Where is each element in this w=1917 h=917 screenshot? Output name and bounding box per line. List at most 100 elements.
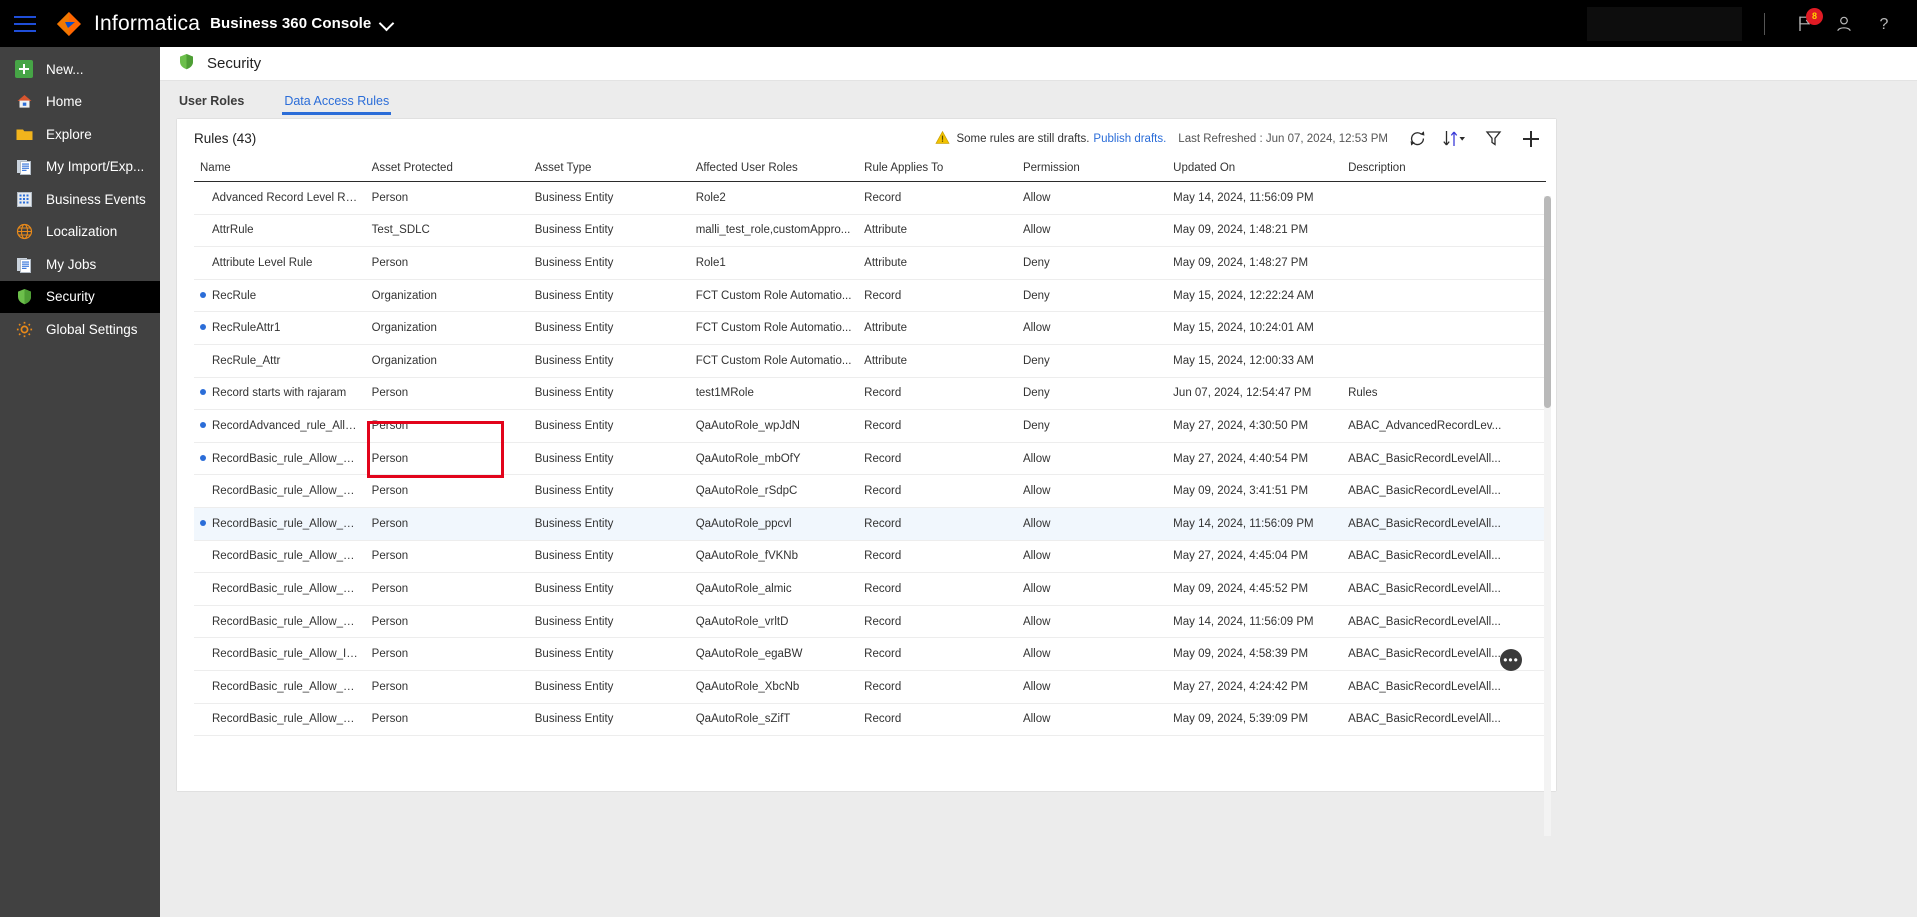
rule-name-link[interactable]: RecRule_Attr — [212, 355, 280, 367]
hamburger-icon[interactable] — [14, 15, 36, 32]
sidebar-item-security[interactable]: Security — [0, 280, 160, 313]
sidebar-item-home[interactable]: Home — [0, 86, 160, 119]
table-header-row: Name Asset Protected Asset Type Affected… — [194, 158, 1546, 182]
table-scrollbar[interactable] — [1544, 196, 1551, 836]
page-title: Security — [207, 55, 262, 72]
rule-name-link[interactable]: RecordBasic_rule_Allow_K... — [212, 713, 360, 725]
rule-name-link[interactable]: RecordBasic_rule_Allow_D... — [212, 550, 361, 562]
cell-name[interactable]: RecordBasic_rule_Allow_Jlim — [194, 670, 366, 704]
table-row[interactable]: RecordBasic_rule_Allow_D... Person Busines… — [194, 540, 1546, 574]
cell-name[interactable]: RecordBasic_rule_Allow_A... — [194, 474, 366, 508]
rule-name-link[interactable]: RecordBasic_rule_Allow_D... — [212, 583, 361, 595]
cell-updated-on: May 14, 2024, 11:56:09 PM — [1167, 605, 1343, 639]
rule-name-link[interactable]: RecordBasic_rule_Allow_Jlim — [212, 681, 363, 693]
cell-affected-user-roles: QaAutoRole_fVKNb — [689, 540, 859, 574]
rule-name-link[interactable]: RecordBasic_rule_Allow_A... — [212, 485, 360, 497]
column-header-updated-on[interactable]: Updated On — [1167, 158, 1343, 182]
table-row[interactable]: RecordBasic_rule_Allow_Ijcg Person Busines… — [194, 637, 1546, 671]
warning-triangle-icon — [935, 130, 951, 148]
tab-data-access-rules[interactable]: Data Access Rules — [282, 94, 392, 115]
table-row[interactable]: RecordAdvanced_rule_Allo... Person Busines… — [194, 409, 1546, 443]
sidebar-item-business-events[interactable]: Business Events — [0, 183, 160, 216]
last-refreshed-label: Last Refreshed : Jun 07, 2024, 12:53 PM — [1178, 132, 1388, 145]
rule-name-link[interactable]: AttrRule — [212, 224, 254, 236]
row-actions-button[interactable]: ••• — [1500, 649, 1522, 671]
rule-name-link[interactable]: RecordBasic_rule_Allow_AT... — [212, 453, 365, 465]
sidebar-item-new[interactable]: New... — [0, 53, 160, 86]
table-row[interactable]: RecordBasic_rule_Allow_A... Person Busines… — [194, 474, 1546, 508]
sidebar-item-localization[interactable]: Localization — [0, 216, 160, 249]
cell-permission: Deny — [1016, 344, 1168, 378]
cell-name[interactable]: RecordBasic_rule_Allow_D... — [194, 540, 366, 574]
table-row[interactable]: Attribute Level Rule Person Business Entit… — [194, 246, 1546, 280]
cell-affected-user-roles: QaAutoRole_XbcNb — [689, 670, 859, 704]
filter-icon[interactable] — [1478, 124, 1508, 154]
table-row[interactable]: RecordBasic_rule_Allow_C... Person Busines… — [194, 507, 1546, 541]
user-icon[interactable] — [1829, 9, 1859, 39]
rule-name-link[interactable]: Attribute Level Rule — [212, 257, 312, 269]
sidebar-item-my-import-export[interactable]: My Import/Exp... — [0, 151, 160, 184]
table-row[interactable]: RecRule Organization Business Entity FCT Cu… — [194, 279, 1546, 313]
sidebar-item-explore[interactable]: Explore — [0, 118, 160, 151]
cell-name[interactable]: RecordBasic_rule_Allow_G... — [194, 605, 366, 639]
cell-name[interactable]: AttrRule — [194, 214, 366, 248]
rules-table-container: Name Asset Protected Asset Type Affected… — [177, 158, 1556, 836]
table-row[interactable]: RecordBasic_rule_Allow_D... Person Busines… — [194, 572, 1546, 606]
cell-name[interactable]: RecordBasic_rule_Allow_AT... — [194, 442, 366, 476]
cell-name[interactable]: RecordBasic_rule_Allow_C... — [194, 507, 366, 541]
cell-name[interactable]: Record starts with rajaram — [194, 377, 366, 411]
column-header-rule-applies-to[interactable]: Rule Applies To — [858, 158, 1017, 182]
rule-name-link[interactable]: RecRule — [212, 290, 256, 302]
column-header-asset-protected[interactable]: Asset Protected — [365, 158, 529, 182]
table-row[interactable]: RecordBasic_rule_Allow_K... Person Busines… — [194, 703, 1546, 737]
rule-name-link[interactable]: RecordBasic_rule_Allow_G... — [212, 616, 362, 628]
cell-name[interactable]: Advanced Record Level Rule — [194, 181, 366, 215]
column-header-affected-user-roles[interactable]: Affected User Roles — [689, 158, 859, 182]
table-row[interactable]: Record starts with rajaram Person Business… — [194, 377, 1546, 411]
publish-drafts-link[interactable]: Publish drafts. — [1093, 133, 1166, 145]
add-icon[interactable] — [1516, 124, 1546, 154]
tab-user-roles[interactable]: User Roles — [177, 94, 246, 115]
cell-name[interactable]: RecordBasic_rule_Allow_D... — [194, 572, 366, 606]
table-row[interactable]: Advanced Record Level Rule Person Business… — [194, 181, 1546, 215]
cell-asset-type: Business Entity — [528, 409, 690, 443]
chevron-down-icon[interactable] — [381, 17, 394, 30]
cell-name[interactable]: RecRule — [194, 279, 366, 313]
help-icon[interactable]: ? — [1869, 9, 1899, 39]
cell-name[interactable]: RecordBasic_rule_Allow_Ijcg — [194, 637, 366, 671]
global-search-input[interactable] — [1587, 6, 1742, 41]
refresh-icon[interactable] — [1402, 124, 1432, 154]
table-row[interactable]: RecordBasic_rule_Allow_Jlim Person Busines… — [194, 670, 1546, 704]
rule-name-link[interactable]: Advanced Record Level Rule — [212, 192, 361, 204]
rule-name-link[interactable]: RecordBasic_rule_Allow_C... — [212, 518, 361, 530]
rule-name-link[interactable]: RecRuleAttr1 — [212, 322, 280, 334]
table-row[interactable]: RecRuleAttr1 Organization Business Entity F… — [194, 311, 1546, 345]
cell-rule-applies-to: Record — [858, 637, 1017, 671]
table-row[interactable]: RecordBasic_rule_Allow_G... Person Busines… — [194, 605, 1546, 639]
table-row[interactable]: RecordBasic_rule_Allow_AT... Person Busine… — [194, 442, 1546, 476]
cell-updated-on: May 09, 2024, 4:45:52 PM — [1167, 572, 1343, 606]
column-header-permission[interactable]: Permission — [1016, 158, 1168, 182]
flag-icon[interactable]: 8 — [1789, 7, 1823, 39]
column-header-description[interactable]: Description — [1342, 158, 1546, 182]
cell-affected-user-roles: QaAutoRole_egaBW — [689, 637, 859, 671]
sidebar-item-my-jobs[interactable]: My Jobs — [0, 248, 160, 281]
rule-name-link[interactable]: RecordBasic_rule_Allow_Ijcg — [212, 648, 361, 660]
sort-icon[interactable] — [1440, 124, 1470, 154]
cell-name[interactable]: Attribute Level Rule — [194, 246, 366, 280]
cell-rule-applies-to: Record — [858, 507, 1017, 541]
rule-name-link[interactable]: Record starts with rajaram — [212, 387, 346, 399]
column-header-name[interactable]: Name — [194, 158, 366, 182]
column-header-asset-type[interactable]: Asset Type — [528, 158, 690, 182]
table-row[interactable]: AttrRule Test_SDLC Business Entity malli_te… — [194, 214, 1546, 248]
cell-name[interactable]: RecRule_Attr — [194, 344, 366, 378]
scrollbar-thumb[interactable] — [1544, 196, 1551, 408]
table-row[interactable]: RecRule_Attr Organization Business Entity F… — [194, 344, 1546, 378]
cell-updated-on: May 09, 2024, 1:48:27 PM — [1167, 246, 1343, 280]
cell-name[interactable]: RecordAdvanced_rule_Allo... — [194, 409, 366, 443]
cell-name[interactable]: RecRuleAttr1 — [194, 311, 366, 345]
cell-description — [1342, 246, 1546, 280]
cell-name[interactable]: RecordBasic_rule_Allow_K... — [194, 703, 366, 737]
rule-name-link[interactable]: RecordAdvanced_rule_Allo... — [212, 420, 361, 432]
sidebar-item-global-settings[interactable]: Global Settings — [0, 313, 160, 346]
